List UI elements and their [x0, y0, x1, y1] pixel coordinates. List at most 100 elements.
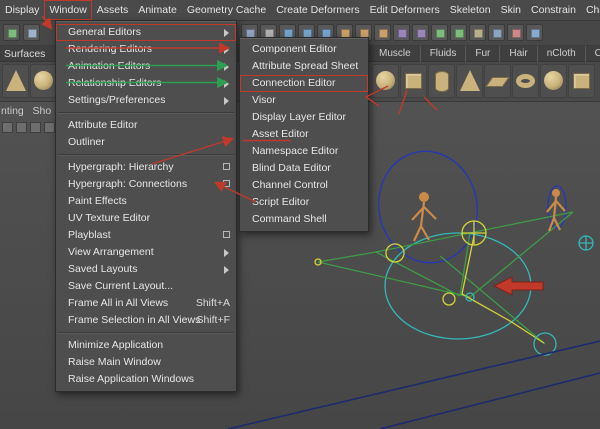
toolbar-icon-glyph	[436, 29, 445, 38]
menu-item-label: Command Shell	[252, 213, 327, 225]
window-menu-item-animation-editors[interactable]: Animation Editors	[56, 58, 236, 75]
submenu-item-display-layer-editor[interactable]: Display Layer Editor	[240, 109, 368, 126]
panel-icon-3[interactable]	[30, 122, 41, 133]
option-box-icon[interactable]	[223, 231, 230, 238]
toolbar-icon-15[interactable]	[507, 24, 524, 41]
menu-set-selector[interactable]: Surfaces	[4, 46, 45, 62]
menu-edit-deformers[interactable]: Edit Deformers	[365, 0, 445, 20]
window-menu-item-save-current-layout[interactable]: Save Current Layout...	[56, 278, 236, 295]
menu-item-label: Script Editor	[252, 196, 310, 208]
plane-shape	[485, 77, 510, 87]
menu-geometry-cache[interactable]: Geometry Cache	[182, 0, 271, 20]
menu-item-label: View Arrangement	[68, 246, 154, 258]
submenu-item-blind-data-editor[interactable]: Blind Data Editor	[240, 160, 368, 177]
shelf-item-cone-icon[interactable]	[456, 64, 483, 98]
panel-icon-4[interactable]	[44, 122, 55, 133]
shelf-item-cube-icon[interactable]	[400, 64, 427, 98]
menu-animate[interactable]: Animate	[133, 0, 182, 20]
window-menu-item-general-editors[interactable]: General Editors	[56, 24, 236, 41]
menu-item-label: Outliner	[68, 136, 105, 148]
window-menu-item-playblast[interactable]: Playblast	[56, 227, 236, 244]
menu-item-label: Playblast	[68, 229, 111, 241]
menu-create-deformers[interactable]: Create Deformers	[271, 0, 364, 20]
menu-item-label: Frame All in All Views	[68, 297, 169, 309]
shelf-item-sphere-icon[interactable]	[30, 64, 57, 98]
window-menu-item-attribute-editor[interactable]: Attribute Editor	[56, 117, 236, 134]
submenu-item-command-shell[interactable]: Command Shell	[240, 211, 368, 228]
window-menu-item-raise-application-windows[interactable]: Raise Application Windows	[56, 371, 236, 388]
shelf-item-sphere-icon[interactable]	[372, 64, 399, 98]
shelf-tab-fur[interactable]: Fur	[466, 46, 501, 62]
main-menubar: Display Window Assets Animate Geometry Cache…	[0, 0, 600, 21]
shelf-item-cone-icon[interactable]	[2, 64, 29, 98]
menu-display[interactable]: Display	[0, 0, 44, 20]
toolbar-icon-12[interactable]	[450, 24, 467, 41]
submenu-item-channel-control[interactable]: Channel Control	[240, 177, 368, 194]
shelf-tab-muscle[interactable]: Muscle	[370, 46, 421, 62]
submenu-item-script-editor[interactable]: Script Editor	[240, 194, 368, 211]
shelf-tab-hair[interactable]: Hair	[500, 46, 538, 62]
menu-item-label: Connection Editor	[252, 77, 336, 89]
menu-item-label: Frame Selection in All Views	[68, 314, 201, 326]
submenu-item-namespace-editor[interactable]: Namespace Editor	[240, 143, 368, 160]
window-menu-item-hypergraph-connections[interactable]: Hypergraph: Connections	[56, 176, 236, 193]
window-menu-item-raise-main-window[interactable]: Raise Main Window	[56, 354, 236, 371]
toolbar-icon-11[interactable]	[431, 24, 448, 41]
toolbar-icon-8[interactable]	[374, 24, 391, 41]
menu-item-label: Visor	[252, 94, 276, 106]
shelf-item-plane-icon[interactable]	[484, 64, 511, 98]
submenu-item-asset-editor[interactable]: Asset Editor	[240, 126, 368, 143]
submenu-item-component-editor[interactable]: Component Editor	[240, 41, 368, 58]
panel-icon-2[interactable]	[16, 122, 27, 133]
shelf-item-sphere-icon[interactable]	[540, 64, 567, 98]
window-menu-item-hypergraph-hierarchy[interactable]: Hypergraph: Hierarchy	[56, 159, 236, 176]
menu-separator	[58, 154, 234, 156]
window-menu-item-settings-preferences[interactable]: Settings/Preferences	[56, 92, 236, 109]
menu-item-label: Raise Main Window	[68, 356, 161, 368]
toolbar-icon-2[interactable]	[23, 24, 40, 41]
menu-item-label: Animation Editors	[68, 60, 151, 72]
menu-assets[interactable]: Assets	[92, 0, 134, 20]
submenu-item-visor[interactable]: Visor	[240, 92, 368, 109]
shelf-item-cylinder-icon[interactable]	[428, 64, 455, 98]
window-menu-item-saved-layouts[interactable]: Saved Layouts	[56, 261, 236, 278]
shelf-tab-c[interactable]: C	[586, 46, 600, 62]
shelf-tab-ncloth[interactable]: nCloth	[538, 46, 586, 62]
submenu-item-connection-editor[interactable]: Connection Editor	[240, 75, 368, 92]
menu-skin[interactable]: Skin	[496, 0, 526, 20]
window-menu-item-relationship-editors[interactable]: Relationship Editors	[56, 75, 236, 92]
toolbar-left-group	[3, 24, 40, 41]
toolbar-icon-13[interactable]	[469, 24, 486, 41]
shelf-item-cube-icon[interactable]	[568, 64, 595, 98]
window-menu-item-view-arrangement[interactable]: View Arrangement	[56, 244, 236, 261]
submenu-arrow-icon	[224, 248, 229, 257]
shelf-tab-fluids[interactable]: Fluids	[421, 46, 467, 62]
toolbar-icon-16[interactable]	[526, 24, 543, 41]
menu-window[interactable]: Window	[44, 0, 92, 20]
toolbar-icon-1[interactable]	[3, 24, 20, 41]
shelf-tabs-group: Muscle Fluids Fur Hair nCloth C	[370, 46, 600, 62]
shelf-item-torus-icon[interactable]	[512, 64, 539, 98]
window-menu-item-paint-effects[interactable]: Paint Effects	[56, 193, 236, 210]
window-menu-item-frame-all-in-all-views[interactable]: Frame All in All Views Shift+A	[56, 295, 236, 312]
panel-icon-1[interactable]	[2, 122, 13, 133]
menu-item-label: Save Current Layout...	[68, 280, 174, 292]
toolbar-icon-9[interactable]	[393, 24, 410, 41]
window-menu-item-minimize-application[interactable]: Minimize Application	[56, 337, 236, 354]
toolbar-icon-10[interactable]	[412, 24, 429, 41]
option-box-icon[interactable]	[223, 163, 230, 170]
option-box-icon[interactable]	[223, 180, 230, 187]
window-menu-item-rendering-editors[interactable]: Rendering Editors	[56, 41, 236, 58]
menu-skeleton[interactable]: Skeleton	[445, 0, 496, 20]
window-menu-item-outliner[interactable]: Outliner	[56, 134, 236, 151]
menu-constrain[interactable]: Constrain	[526, 0, 581, 20]
menu-item-label: Hypergraph: Connections	[68, 178, 188, 190]
toolbar-icon-14[interactable]	[488, 24, 505, 41]
window-menu-item-uv-texture-editor[interactable]: UV Texture Editor	[56, 210, 236, 227]
toolbar-icon-glyph	[398, 29, 407, 38]
menu-character[interactable]: Character	[581, 0, 600, 20]
submenu-arrow-icon	[224, 62, 229, 71]
window-menu-item-frame-selection-in-all-views[interactable]: Frame Selection in All Views Shift+F	[56, 312, 236, 329]
submenu-arrow-icon	[224, 96, 229, 105]
submenu-item-attribute-spread-sheet[interactable]: Attribute Spread Sheet	[240, 58, 368, 75]
